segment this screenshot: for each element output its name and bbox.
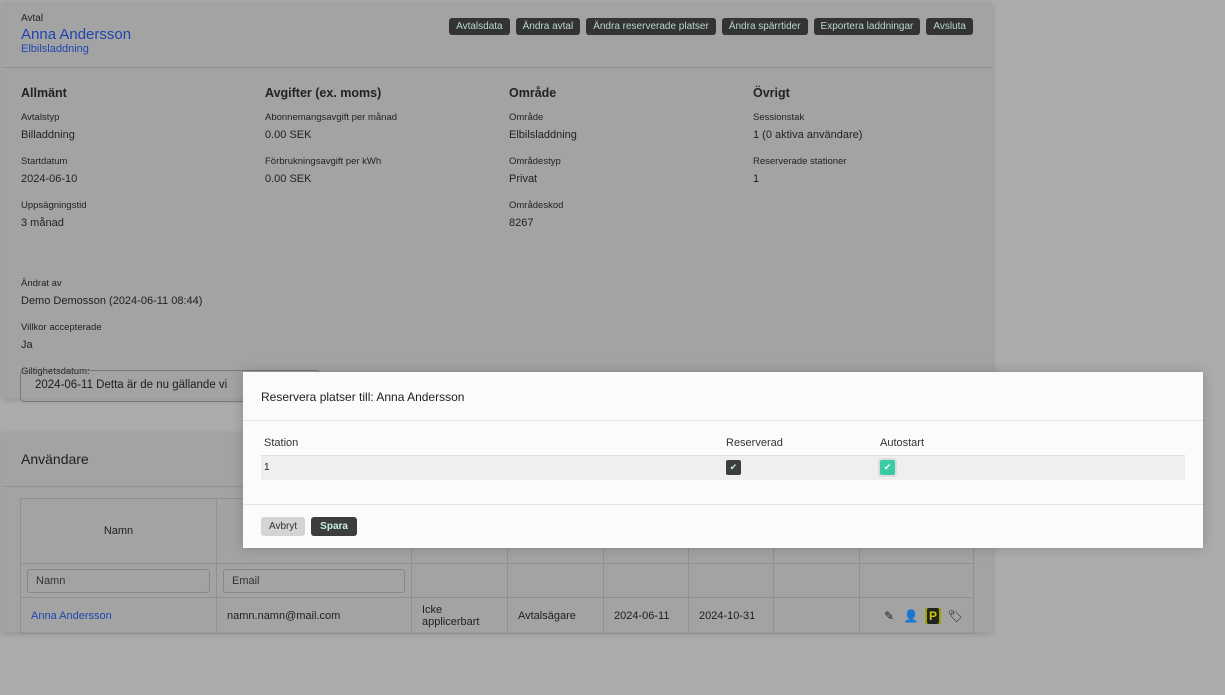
user-email: namn.namn@mail.com: [216, 597, 412, 634]
field-label: Förbrukningsavgift per kWh: [265, 156, 382, 167]
field-value: Privat: [509, 173, 538, 185]
column-header-name[interactable]: Namn: [20, 498, 217, 564]
reserve-spots-modal: Reservera platser till: Anna Andersson S…: [243, 372, 1203, 548]
modal-title: Reservera platser till: Anna Andersson: [243, 372, 1203, 421]
section-area: Område Område Elbilsladdning Områdestyp Pr…: [509, 86, 739, 244]
user-applicable: Icke applicerbart: [411, 597, 508, 634]
field-label: Villkor accepterade: [21, 322, 102, 333]
field-value: Billaddning: [21, 129, 75, 141]
field-label: Startdatum: [21, 156, 68, 167]
agreement-subtitle: Elbilsladdning: [21, 43, 89, 55]
field-label: Område: [509, 112, 544, 123]
section-title: Område: [509, 86, 557, 100]
field-label: Reserverade stationer: [753, 156, 847, 167]
autostart-checkbox[interactable]: ✔: [880, 460, 895, 475]
field-value: 1 (0 aktiva användare): [753, 129, 863, 141]
user-role: Avtalsägare: [507, 597, 604, 634]
name-filter-input[interactable]: Namn: [27, 568, 210, 593]
station-number: 1: [264, 462, 270, 473]
section-title: Övrigt: [753, 86, 790, 100]
email-filter-input[interactable]: Email: [223, 568, 405, 593]
column-reserved: Reserverad: [726, 437, 783, 449]
section-fees: Avgifter (ex. moms) Abonnemangsavgift pe…: [265, 86, 495, 200]
field-value: 8267: [509, 217, 534, 229]
field-label: Områdeskod: [509, 200, 564, 211]
section-general: Allmänt Avtalstyp Billaddning Startdatum 2…: [21, 86, 251, 383]
column-autostart: Autostart: [880, 437, 925, 449]
table-row: Anna Andersson namn.namn@mail.com Icke a…: [20, 597, 974, 634]
field-label: Områdestyp: [509, 156, 561, 167]
field-value: 1: [753, 173, 760, 185]
action-buttons: Avtalsdata Ändra avtal Ändra reserverade…: [449, 18, 973, 35]
field-value: 3 månad: [21, 217, 64, 229]
agreement-card: Avtal Anna Andersson Elbilsladdning Avta…: [2, 2, 992, 402]
save-button[interactable]: Spara: [311, 517, 357, 536]
station-row: 1 ✔ ✔: [261, 455, 1185, 480]
terminate-button[interactable]: Avsluta: [926, 18, 973, 35]
export-charges-button[interactable]: Exportera laddningar: [813, 18, 921, 35]
field-value: 0.00 SEK: [265, 129, 312, 141]
section-title: Allmänt: [21, 86, 67, 100]
field-value: Elbilsladdning: [509, 129, 577, 141]
field-label: Abonnemangsavgift per månad: [265, 112, 398, 123]
pencil-icon[interactable]: ✎: [881, 608, 897, 624]
agreement-data-button[interactable]: Avtalsdata: [449, 18, 510, 35]
agreement-name: Anna Andersson: [21, 26, 132, 43]
users-title: Användare: [21, 451, 89, 467]
add-user-icon[interactable]: 👤: [903, 608, 919, 624]
field-value: Demo Demosson (2024-06-11 08:44): [21, 295, 203, 307]
user-name-link[interactable]: Anna Andersson: [31, 610, 112, 622]
agreement-label: Avtal: [21, 13, 44, 24]
field-value: Ja: [21, 339, 33, 351]
field-label: Ändrat av: [21, 278, 62, 289]
column-station: Station: [264, 437, 299, 449]
parking-icon[interactable]: P: [927, 607, 939, 624]
edit-block-times-button[interactable]: Ändra spärrtider: [721, 18, 808, 35]
field-label: Sessionstak: [753, 112, 805, 123]
field-value: 2024-06-10: [21, 173, 78, 185]
cancel-button[interactable]: Avbryt: [261, 517, 306, 536]
user-start-date: 2024-06-11: [603, 597, 689, 634]
section-title: Avgifter (ex. moms): [265, 86, 382, 100]
reserved-checkbox[interactable]: ✔: [726, 460, 741, 475]
tag-icon[interactable]: 🏷: [947, 608, 963, 624]
user-end-date: 2024-10-31: [688, 597, 774, 634]
section-other: Övrigt Sessionstak 1 (0 aktiva användare)…: [753, 86, 983, 200]
edit-agreement-button[interactable]: Ändra avtal: [515, 18, 581, 35]
field-label: Uppsägningstid: [21, 200, 87, 211]
field-value: 0.00 SEK: [265, 173, 312, 185]
agreement-header: Avtal Anna Andersson Elbilsladdning Avta…: [2, 2, 992, 68]
field-label: Avtalstyp: [21, 112, 60, 123]
edit-reserved-spots-button[interactable]: Ändra reserverade platser: [586, 18, 716, 35]
